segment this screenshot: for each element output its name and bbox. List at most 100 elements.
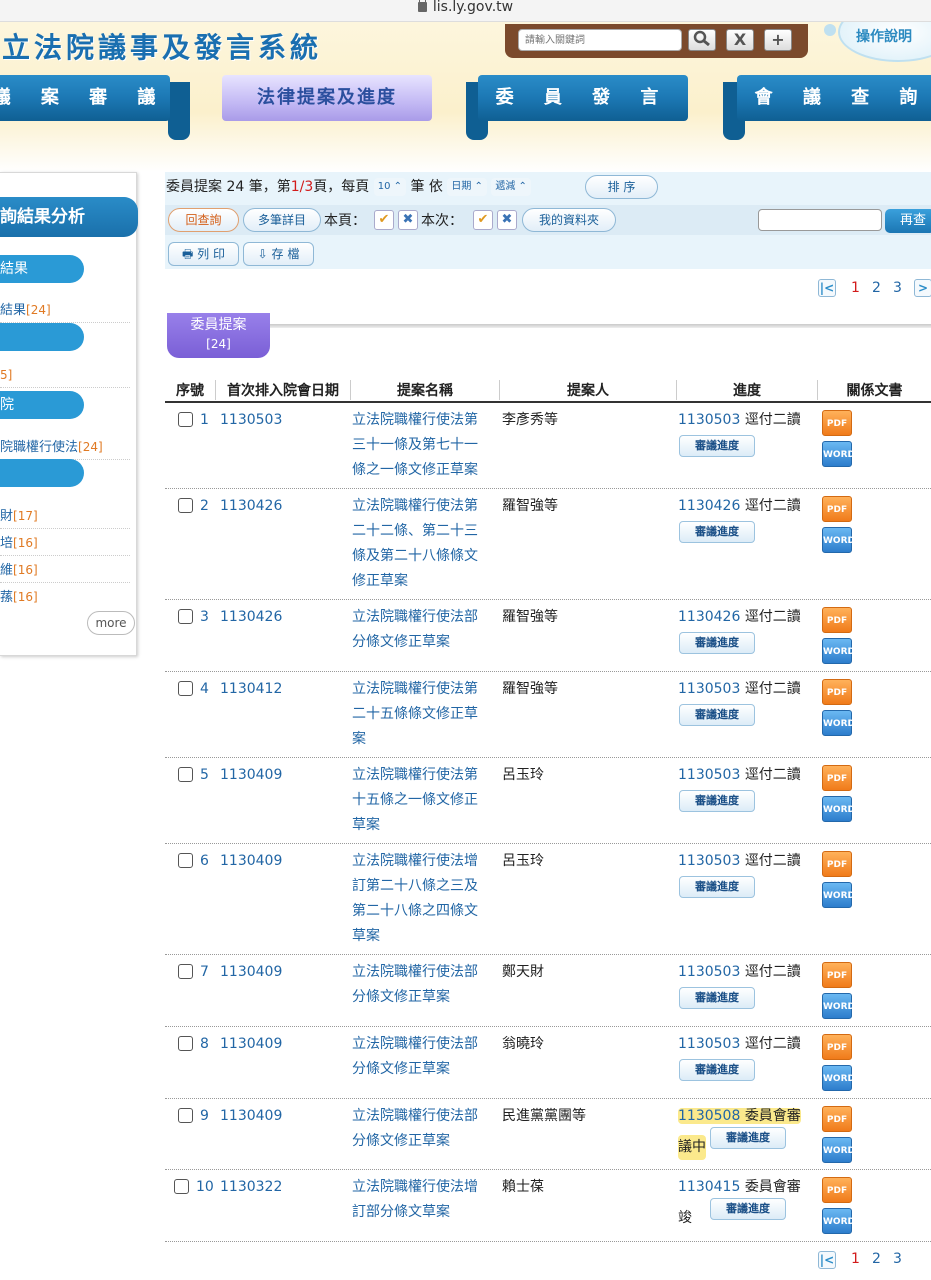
word-icon[interactable]: WORD [822, 527, 855, 553]
pdf-icon[interactable]: PDF [822, 1034, 852, 1060]
sidebar-group-2[interactable] [0, 323, 84, 351]
word-icon[interactable]: WORD [822, 1137, 855, 1163]
sidebar-link-proposer[interactable]: 培[16] [0, 532, 130, 556]
pdf-icon[interactable]: PDF [822, 607, 852, 633]
row-checkbox[interactable] [174, 1179, 189, 1194]
select-all-icon[interactable]: ✔ [473, 210, 493, 230]
progress-button[interactable]: 審議進度 [679, 704, 755, 726]
proposal-title-link[interactable]: 立法院職權行使法第 十五條之一條文修正 草案 [352, 763, 497, 838]
browser-url-bar[interactable]: lis.ly.gov.tw [0, 0, 931, 22]
col-header-title[interactable]: 提案名稱 [350, 380, 499, 400]
page-link-1[interactable]: 1 [851, 1251, 860, 1267]
word-icon[interactable]: WORD [822, 638, 855, 664]
progress-button[interactable]: 審議進度 [710, 1198, 786, 1220]
progress-button[interactable]: 審議進度 [679, 435, 755, 457]
more-button[interactable]: more [87, 611, 135, 635]
pdf-icon[interactable]: PDF [822, 962, 852, 988]
page-link-3[interactable]: 3 [893, 279, 902, 297]
col-header-date[interactable]: 首次排入院會日期 [215, 380, 350, 400]
sidebar-link-proposer[interactable]: 維[16] [0, 559, 130, 583]
progress-button[interactable]: 審議進度 [679, 790, 755, 812]
progress-button[interactable]: 審議進度 [679, 632, 755, 654]
word-icon[interactable]: WORD [822, 882, 855, 908]
proposal-title-link[interactable]: 立法院職權行使法部 分條文修正草案 [352, 1104, 497, 1154]
nav-tab-meeting-query[interactable]: 會 議 查 詢 [737, 75, 931, 121]
row-checkbox[interactable] [178, 1108, 193, 1123]
page-link-2[interactable]: 2 [872, 1251, 881, 1267]
my-folder-button[interactable]: 我的資料夾 [522, 208, 616, 232]
sidebar-group-proposer[interactable] [0, 459, 84, 487]
page-link-2[interactable]: 2 [872, 279, 881, 297]
row-checkbox[interactable] [178, 853, 193, 868]
search-input[interactable] [518, 29, 682, 51]
row-checkbox[interactable] [178, 964, 193, 979]
word-icon[interactable]: WORD [822, 1065, 855, 1091]
row-checkbox[interactable] [178, 767, 193, 782]
per-page-select[interactable]: 10 ⌃ [373, 178, 406, 196]
first-page-icon[interactable]: |< [818, 1251, 836, 1269]
progress-button[interactable]: 審議進度 [679, 876, 755, 898]
col-header-documents[interactable]: 關係文書 [817, 380, 931, 400]
page-link-3[interactable]: 3 [893, 1251, 902, 1267]
sidebar-group-result[interactable]: 結果 [0, 255, 84, 283]
proposal-title-link[interactable]: 立法院職權行使法部 分條文修正草案 [352, 605, 497, 655]
col-header-proposer[interactable]: 提案人 [499, 380, 676, 400]
sidebar-link-2[interactable]: 5] [0, 368, 130, 388]
proposal-title-link[interactable]: 立法院職權行使法增 訂部分條文草案 [352, 1175, 497, 1225]
sidebar-link-law[interactable]: 院職權行使法[24] [0, 436, 130, 460]
row-checkbox[interactable] [178, 412, 193, 427]
progress-button[interactable]: 審議進度 [679, 1059, 755, 1081]
row-checkbox[interactable] [178, 1036, 193, 1051]
clear-button[interactable]: X [726, 29, 754, 51]
research-button[interactable]: 再查 [885, 209, 931, 233]
deselect-page-icon[interactable]: ✖ [398, 210, 418, 230]
first-page-icon[interactable]: |< [818, 279, 836, 297]
add-button[interactable]: + [764, 29, 792, 51]
word-icon[interactable]: WORD [822, 796, 855, 822]
col-header-no[interactable]: 序號 [165, 380, 215, 400]
nav-tab-bill-review[interactable]: 議 案 審 議 [0, 75, 170, 121]
nav-tab-law-proposals[interactable]: 法律提案及進度 [222, 75, 432, 121]
back-to-query-button[interactable]: 回查詢 [168, 208, 239, 232]
col-header-progress[interactable]: 進度 [676, 380, 817, 400]
sort-field-select[interactable]: 日期 ⌃ [447, 178, 487, 196]
pdf-icon[interactable]: PDF [822, 1177, 852, 1203]
pdf-icon[interactable]: PDF [822, 496, 852, 522]
proposal-title-link[interactable]: 立法院職權行使法部 分條文修正草案 [352, 960, 497, 1010]
pdf-icon[interactable]: PDF [822, 765, 852, 791]
proposal-title-link[interactable]: 立法院職權行使法部 分條文修正草案 [352, 1032, 497, 1082]
page-link-1[interactable]: 1 [851, 279, 860, 297]
pdf-icon[interactable]: PDF [822, 679, 852, 705]
pdf-icon[interactable]: PDF [822, 410, 852, 436]
sort-direction-select[interactable]: 遞減 ⌃ [491, 178, 531, 196]
progress-button[interactable]: 審議進度 [710, 1127, 786, 1149]
section-tab-member-proposals[interactable]: 委員提案 [24] [167, 313, 270, 358]
sidebar-group-law[interactable]: 院 [0, 391, 84, 419]
word-icon[interactable]: WORD [822, 1208, 855, 1234]
row-checkbox[interactable] [178, 609, 193, 624]
nav-tab-member-speech[interactable]: 委 員 發 言 [478, 75, 688, 121]
sidebar-link-proposer[interactable]: 蓀[16] [0, 586, 130, 609]
proposal-title-link[interactable]: 立法院職權行使法第 二十五條條文修正草案 [352, 677, 497, 752]
sort-button[interactable]: 排 序 [585, 175, 658, 199]
pdf-icon[interactable]: PDF [822, 851, 852, 877]
next-page-icon[interactable]: > [914, 279, 931, 297]
word-icon[interactable]: WORD [822, 710, 855, 736]
word-icon[interactable]: WORD [822, 441, 855, 467]
progress-button[interactable]: 審議進度 [679, 521, 755, 543]
progress-button[interactable]: 審議進度 [679, 987, 755, 1009]
deselect-all-icon[interactable]: ✖ [497, 210, 517, 230]
proposal-title-link[interactable]: 立法院職權行使法第 三十一條及第七十一 條之一條文修正草案 [352, 408, 497, 483]
select-page-icon[interactable]: ✔ [374, 210, 394, 230]
site-title[interactable]: 立法院議事及發言系統 [2, 26, 322, 66]
pdf-icon[interactable]: PDF [822, 1106, 852, 1132]
sidebar-link-proposer[interactable]: 財[17] [0, 505, 130, 529]
multi-detail-button[interactable]: 多筆詳目 [243, 208, 321, 232]
search-button[interactable] [688, 29, 716, 51]
research-input[interactable] [758, 209, 882, 231]
sidebar-link-result[interactable]: 結果[24] [0, 299, 130, 323]
print-button[interactable]: 🖶 列 印 [168, 242, 239, 266]
proposal-title-link[interactable]: 立法院職權行使法增 訂第二十八條之三及 第二十八條之四條文 草案 [352, 849, 497, 949]
row-checkbox[interactable] [178, 498, 193, 513]
word-icon[interactable]: WORD [822, 993, 855, 1019]
